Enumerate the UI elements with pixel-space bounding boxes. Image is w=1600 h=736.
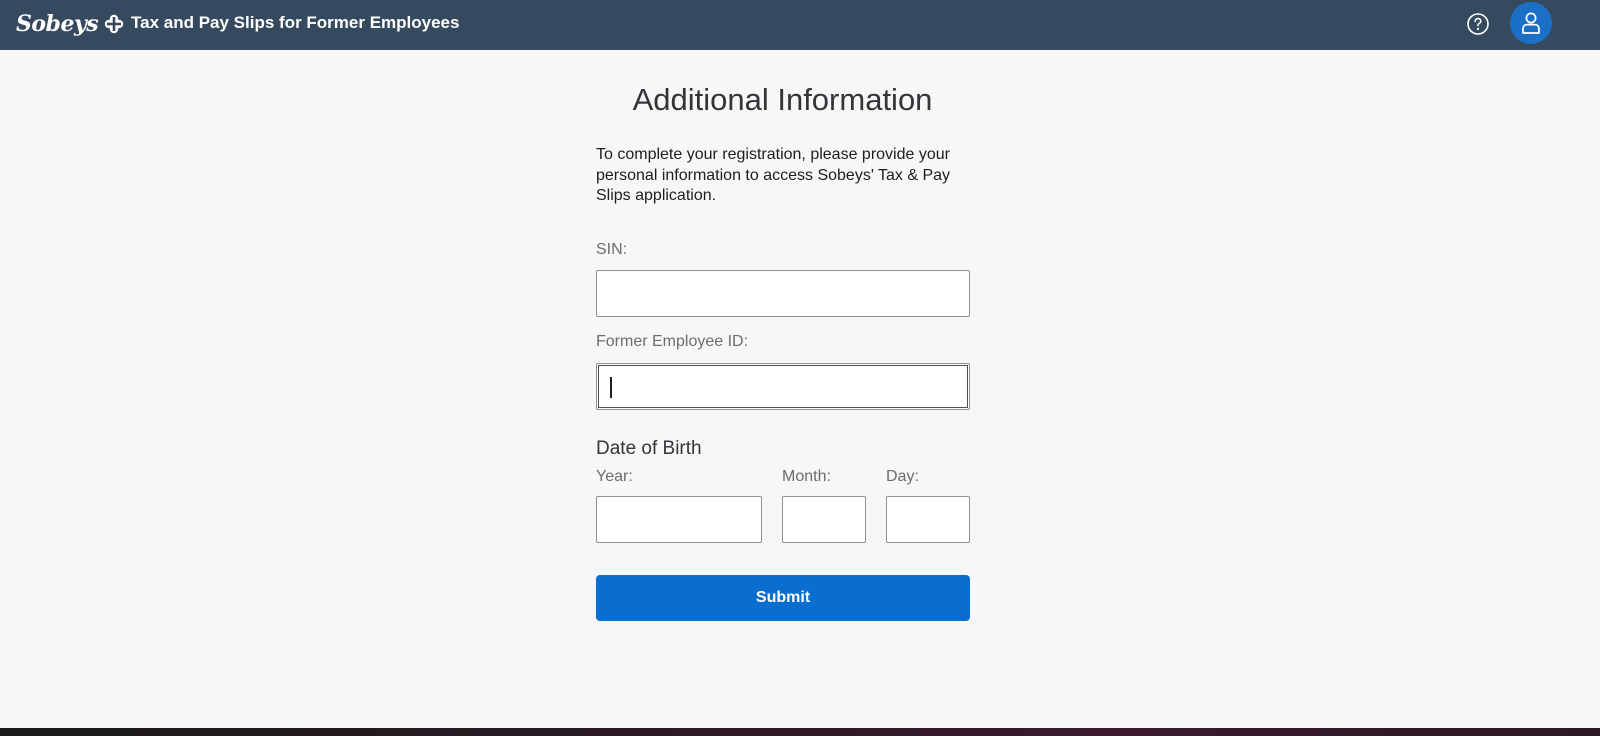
taskbar-edge xyxy=(0,728,1600,736)
sin-label: SIN: xyxy=(596,241,628,258)
submit-button[interactable]: Submit xyxy=(596,575,970,621)
employee-id-input[interactable] xyxy=(596,363,970,410)
logo-clover-icon xyxy=(104,14,124,34)
user-avatar-button[interactable] xyxy=(1510,2,1552,44)
logo-wordmark: Sobeys xyxy=(16,11,99,37)
month-label: Month: xyxy=(782,468,831,485)
user-icon xyxy=(1522,12,1540,34)
intro-text: To complete your registration, please pr… xyxy=(596,146,951,204)
help-button[interactable] xyxy=(1464,10,1492,38)
sin-input[interactable] xyxy=(596,270,970,317)
day-input[interactable] xyxy=(886,496,970,543)
sobeys-logo[interactable]: Sobeys xyxy=(16,9,124,39)
day-label: Day: xyxy=(886,468,919,485)
employee-id-label: Former Employee ID: xyxy=(596,333,749,350)
year-input[interactable] xyxy=(596,496,762,543)
page-title: Additional Information xyxy=(632,82,933,117)
year-label: Year: xyxy=(596,468,633,485)
shell-bar: Sobeys Tax and Pay Slips for Former Empl… xyxy=(0,0,1600,50)
dob-section-title: Date of Birth xyxy=(596,438,702,459)
text-cursor xyxy=(610,377,612,398)
month-input[interactable] xyxy=(782,496,866,543)
app-title: Tax and Pay Slips for Former Employees xyxy=(131,13,460,32)
question-circle-icon xyxy=(1467,13,1489,35)
